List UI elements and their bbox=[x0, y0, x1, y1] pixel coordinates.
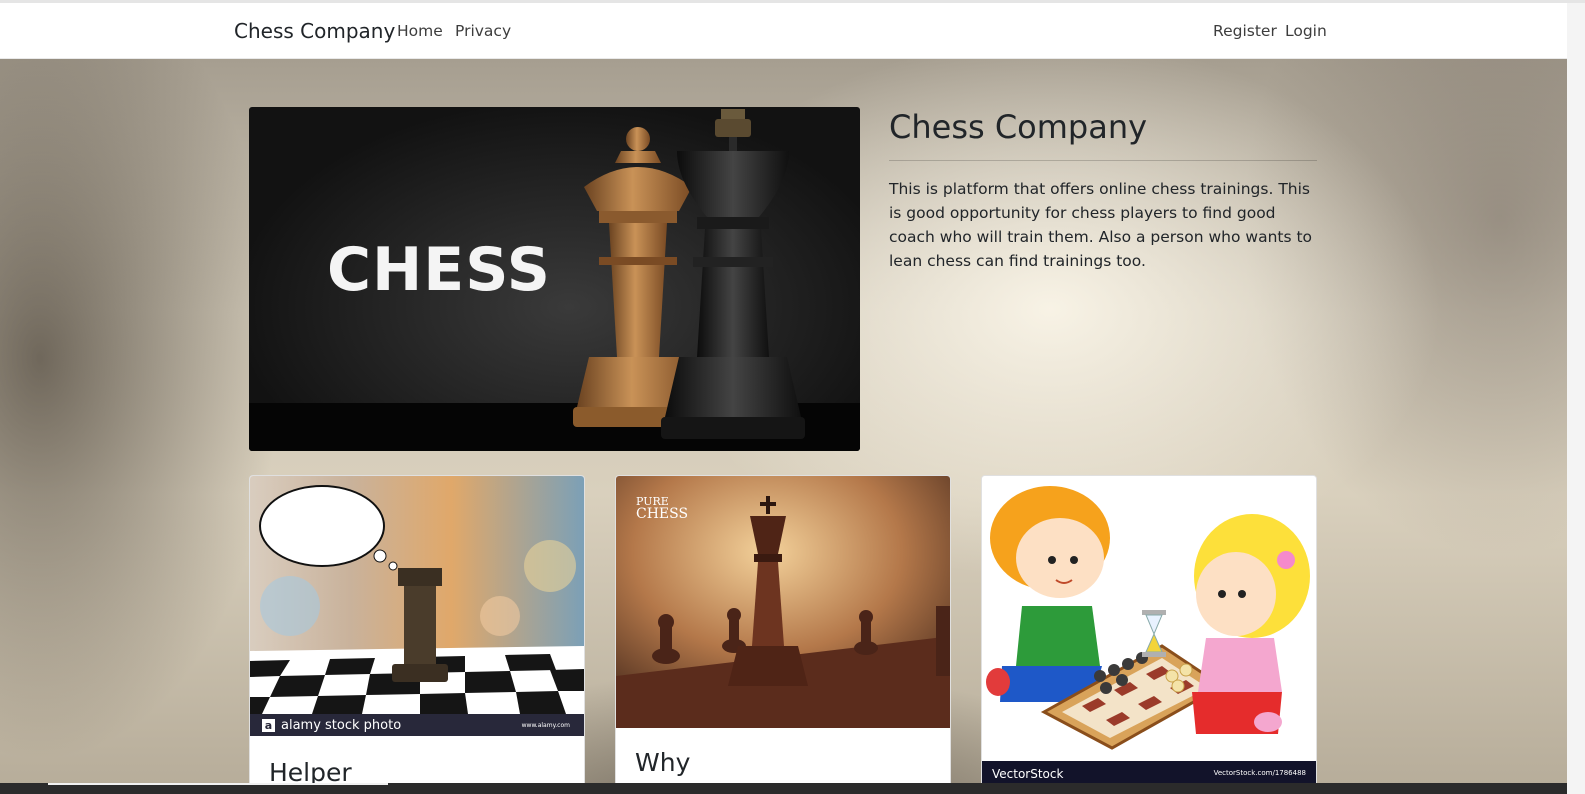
nav-link-login[interactable]: Login bbox=[1285, 22, 1327, 40]
card-helper-image bbox=[250, 476, 584, 736]
card-helper[interactable]: a alamy stock photo www.alamy.com Helper bbox=[249, 475, 585, 794]
card-helper-watermark-text: alamy stock photo bbox=[281, 717, 402, 733]
card-helper-watermark: a alamy stock photo www.alamy.com bbox=[250, 714, 584, 736]
page-title: Chess Company bbox=[889, 108, 1148, 146]
card-kids-watermark-right: VectorStock.com/1786488 bbox=[1213, 769, 1306, 777]
card-kids-watermark-left: VectorStock bbox=[992, 767, 1064, 781]
card-helper-watermark-url: www.alamy.com bbox=[521, 721, 570, 729]
card-why-title: Why bbox=[635, 748, 691, 777]
page-scrollbar[interactable] bbox=[1567, 3, 1585, 794]
nav-link-home[interactable]: Home bbox=[397, 22, 443, 40]
nav-link-register[interactable]: Register bbox=[1213, 22, 1277, 40]
pure-chess-logo-line2: CHESS bbox=[636, 506, 689, 522]
card-why[interactable]: PURE CHESS Why bbox=[615, 475, 951, 794]
title-divider bbox=[889, 160, 1317, 161]
intro-description: This is platform that offers online ches… bbox=[889, 180, 1313, 270]
brand-link[interactable]: Chess Company bbox=[234, 19, 395, 43]
card-kids-image bbox=[982, 476, 1316, 761]
navbar: Chess Company Home Privacy Register Logi… bbox=[0, 3, 1567, 59]
king-piece bbox=[661, 109, 805, 439]
hero-chess-image: CHESS bbox=[249, 107, 860, 451]
nav-link-privacy[interactable]: Privacy bbox=[455, 22, 511, 40]
chess-pieces-illustration bbox=[249, 109, 860, 451]
taskbar-edge bbox=[0, 783, 1567, 794]
pure-chess-logo: PURE CHESS bbox=[636, 496, 689, 522]
alamy-logo-icon: a bbox=[262, 718, 275, 732]
card-kids[interactable]: VectorStock VectorStock.com/1786488 bbox=[981, 475, 1317, 794]
